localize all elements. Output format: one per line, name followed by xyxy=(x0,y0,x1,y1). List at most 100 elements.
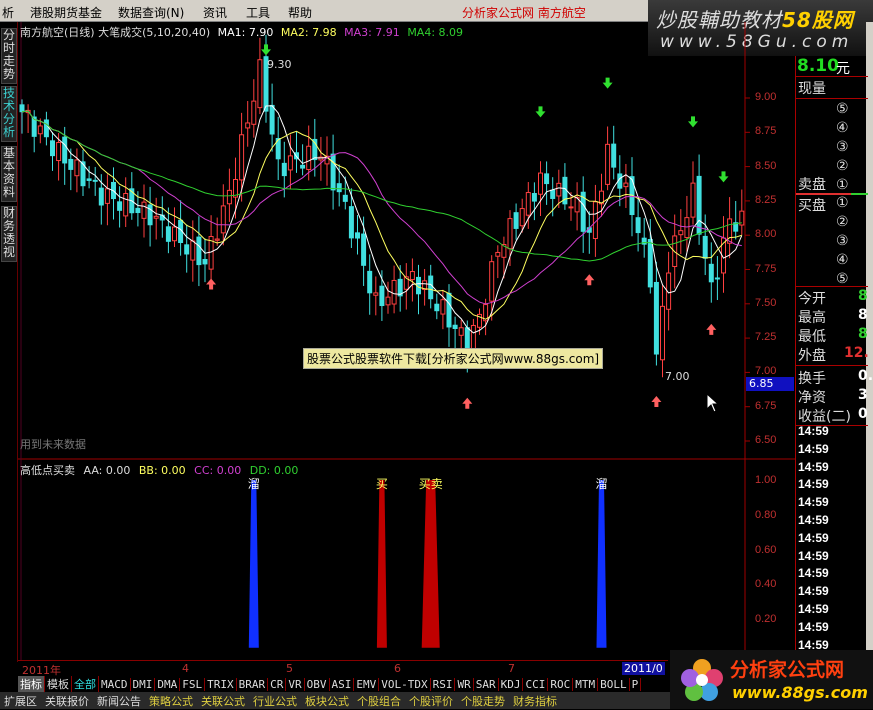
indicator-cc: CC: 0.00 xyxy=(194,464,242,477)
buy-arrow-icon xyxy=(706,323,717,335)
date-cursor: 2011/0 xyxy=(622,662,665,675)
volume-label: 现量 xyxy=(798,81,826,97)
stat-value: 12. xyxy=(844,345,869,361)
tick-time: 14:59 xyxy=(798,619,829,634)
tab-vr[interactable]: VR xyxy=(286,678,305,691)
indicator-name: 高低点买卖 xyxy=(20,464,75,477)
tab-cci[interactable]: CCI xyxy=(523,678,549,691)
candle-body xyxy=(702,235,708,259)
candle-body xyxy=(470,324,476,350)
candle-body xyxy=(690,182,696,218)
menu-help[interactable]: 帮助 xyxy=(288,4,312,21)
candle-body xyxy=(525,192,531,216)
candle-body xyxy=(531,193,537,202)
date-label: 4 xyxy=(182,662,189,675)
signal-spike xyxy=(596,480,607,648)
tab-指标[interactable]: 指标 xyxy=(18,676,45,692)
price-axis-label: 8.25 xyxy=(755,193,777,206)
tab-asi[interactable]: ASI xyxy=(330,678,355,691)
tab-trix[interactable]: TRIX xyxy=(205,678,237,691)
tab-kdj[interactable]: KDJ xyxy=(499,678,524,691)
sell-arrow-icon xyxy=(688,116,698,128)
tab-dmi[interactable]: DMI xyxy=(131,678,156,691)
tick-time: 14:59 xyxy=(798,477,829,492)
candle-body xyxy=(519,208,525,227)
ext-tab[interactable]: 个股走势 xyxy=(457,692,509,710)
legend-ma1: MA1: 7.90 xyxy=(217,26,274,39)
tab-technical[interactable]: 技术分析 xyxy=(1,86,17,142)
candle-body xyxy=(153,215,159,219)
menu-news[interactable]: 资讯 xyxy=(203,4,227,21)
candle-body xyxy=(611,143,617,168)
signal-label: 买 xyxy=(376,477,388,491)
tab-fsl[interactable]: FSL xyxy=(180,678,206,691)
price-unit: 元 xyxy=(836,61,850,77)
tab-macd[interactable]: MACD xyxy=(99,678,131,691)
tab-cr[interactable]: CR xyxy=(268,678,287,691)
last-price: 8.10 xyxy=(797,56,839,76)
sell-arrow-icon xyxy=(261,44,271,56)
tab-roc[interactable]: ROC xyxy=(548,678,574,691)
stat-value: 8 xyxy=(858,288,868,304)
indicator-aa: AA: 0.00 xyxy=(83,464,131,477)
tab-全部[interactable]: 全部 xyxy=(72,676,99,692)
ext-tab[interactable]: 扩展区 xyxy=(0,692,41,710)
tab-rsi[interactable]: RSI xyxy=(431,678,456,691)
ext-tab[interactable]: 个股评价 xyxy=(405,692,457,710)
candle-body xyxy=(568,206,574,209)
price-axis-label: 8.00 xyxy=(755,228,777,241)
current-price-tag: 6.85 xyxy=(746,377,794,391)
signal-label: 溜 xyxy=(596,476,608,491)
buy-label: 买盘 xyxy=(798,198,826,214)
candle-body xyxy=(605,143,611,185)
ext-tab[interactable]: 行业公式 xyxy=(249,692,301,710)
ad-banner[interactable]: 股票公式股票软件下载[分析家公式网www.88gs.com] xyxy=(303,348,604,369)
candle-body xyxy=(202,259,208,265)
ext-tab[interactable]: 关联报价 xyxy=(41,692,93,710)
ext-tab[interactable]: 财务指标 xyxy=(509,692,561,710)
candle-body xyxy=(86,178,92,181)
stat-value: 0.5 xyxy=(858,368,873,384)
menu-data-query[interactable]: 数据查询(N) xyxy=(118,4,184,21)
ext-tab[interactable]: 个股组合 xyxy=(353,692,405,710)
tab-mtm[interactable]: MTM xyxy=(573,678,599,691)
menu-analysis[interactable]: 析 xyxy=(2,4,14,21)
candle-body xyxy=(184,244,190,255)
tab-sar[interactable]: SAR xyxy=(474,678,499,691)
ext-tab[interactable]: 板块公式 xyxy=(301,692,353,710)
ext-tab[interactable]: 策略公式 xyxy=(145,692,197,710)
logo88-name: 分析家公式网 xyxy=(730,659,845,681)
tab-p[interactable]: P xyxy=(630,678,642,691)
extension-tabs: 扩展区 关联报价 新闻公告 策略公式 关联公式 行业公式 板块公式 个股组合 个股评价 个股走势财… xyxy=(0,692,700,709)
divider xyxy=(796,76,868,77)
tab-vol-tdx[interactable]: VOL-TDX xyxy=(379,678,431,691)
candle-body xyxy=(458,327,464,336)
bid-level-3: ③ xyxy=(836,233,849,249)
buy-arrow-icon xyxy=(462,397,473,409)
tab-fundamentals[interactable]: 基本资料 xyxy=(1,146,17,202)
price-axis-label: 8.50 xyxy=(755,159,777,172)
candle-body xyxy=(696,175,702,235)
menu-tools[interactable]: 工具 xyxy=(246,4,270,21)
tab-dma[interactable]: DMA xyxy=(155,678,181,691)
ext-tab[interactable]: 关联公式 xyxy=(197,692,249,710)
tab-emv[interactable]: EMV xyxy=(354,678,380,691)
tab-label: 基本资料 xyxy=(2,146,15,199)
tick-time: 14:59 xyxy=(798,441,829,456)
tab-obv[interactable]: OBV xyxy=(305,678,330,691)
candle-body xyxy=(513,212,519,229)
tab-financials[interactable]: 财务透视 xyxy=(1,206,17,262)
candle-body xyxy=(165,226,171,242)
kline-chart[interactable]: 溜 买 买卖 溜 xyxy=(18,22,795,662)
candle-body xyxy=(62,136,68,164)
menu-hk-futures[interactable]: 港股期货基金 xyxy=(30,4,102,21)
tab-intraday[interactable]: 分时走势 xyxy=(1,28,17,84)
tab-brar[interactable]: BRAR xyxy=(237,678,269,691)
tab-wr[interactable]: WR xyxy=(455,678,474,691)
candle-body xyxy=(446,292,452,328)
ext-tab[interactable]: 新闻公告 xyxy=(93,692,145,710)
tab-模板[interactable]: 模板 xyxy=(45,676,72,692)
stat-label: 净资 xyxy=(798,390,826,406)
candle-body xyxy=(550,189,556,199)
tab-boll[interactable]: BOLL xyxy=(598,678,630,691)
